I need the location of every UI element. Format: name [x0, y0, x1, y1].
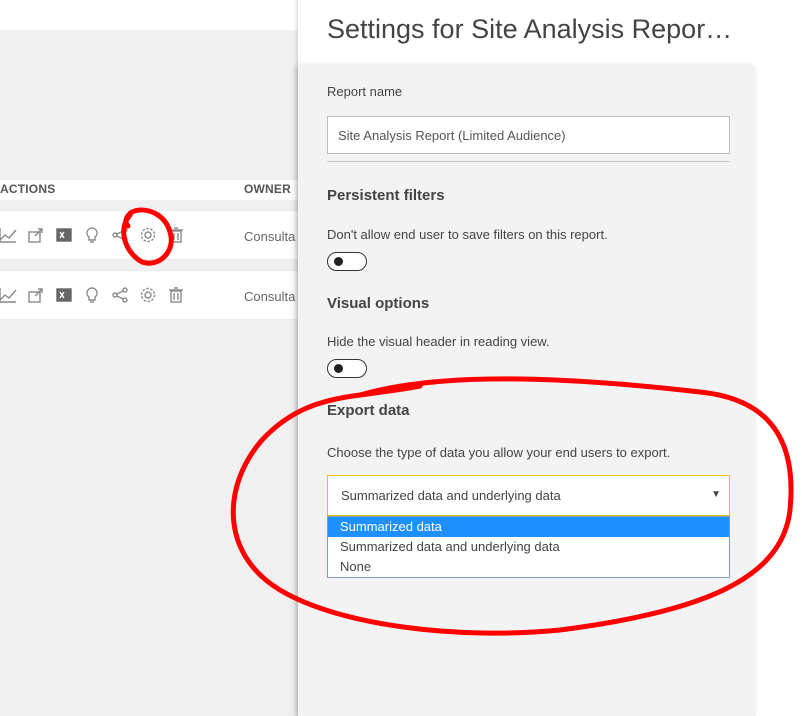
trend-icon[interactable] [0, 285, 22, 305]
actions-column-header[interactable]: ACTIONS [0, 182, 55, 196]
lightbulb-icon[interactable] [78, 225, 106, 245]
visual-options-heading: Visual options [327, 295, 430, 312]
option-summarized-and-underlying[interactable]: Summarized data and underlying data [328, 537, 729, 557]
panel-title: Settings for Site Analysis Repor… [327, 14, 733, 44]
report-name-input[interactable] [327, 116, 730, 154]
persistent-filters-description: Don't allow end user to save filters on … [327, 227, 608, 242]
share-icon[interactable] [22, 285, 50, 305]
excel-icon[interactable] [50, 285, 78, 305]
divider [327, 161, 730, 162]
persistent-filters-heading: Persistent filters [327, 187, 445, 204]
share-nodes-icon[interactable] [106, 285, 134, 305]
export-data-options: Summarized data Summarized data and unde… [327, 516, 730, 578]
toggle-knob [334, 257, 343, 266]
export-data-heading: Export data [327, 402, 410, 419]
lightbulb-icon[interactable] [78, 285, 106, 305]
gear-icon[interactable] [134, 285, 162, 305]
settings-panel [298, 66, 756, 716]
list-empty-area [0, 320, 300, 716]
chevron-down-icon: ▼ [711, 489, 721, 500]
trash-icon[interactable] [162, 225, 190, 245]
row-actions [0, 285, 190, 305]
trend-icon[interactable] [0, 225, 22, 245]
visual-header-toggle[interactable] [327, 359, 367, 378]
export-data-description: Choose the type of data you allow your e… [327, 445, 671, 460]
toggle-knob [334, 364, 343, 373]
report-list-area: ACTIONS OWNER Consulta Consulta [0, 0, 300, 716]
visual-options-description: Hide the visual header in reading view. [327, 334, 550, 349]
row-separator [0, 200, 300, 210]
list-header-band [0, 30, 300, 180]
owner-cell: Consulta [244, 289, 296, 304]
export-data-selected-value: Summarized data and underlying data [341, 488, 561, 503]
trash-icon[interactable] [162, 285, 190, 305]
share-nodes-icon[interactable] [106, 225, 134, 245]
share-icon[interactable] [22, 225, 50, 245]
row-actions [0, 225, 190, 245]
report-name-label: Report name [327, 84, 403, 99]
persistent-filters-toggle[interactable] [327, 252, 367, 271]
owner-cell: Consulta [244, 229, 296, 244]
excel-icon[interactable] [50, 225, 78, 245]
option-summarized-data[interactable]: Summarized data [328, 517, 729, 537]
export-data-select[interactable]: Summarized data and underlying data ▼ [327, 475, 730, 516]
owner-column-header[interactable]: OWNER [244, 182, 291, 196]
gear-icon[interactable] [134, 225, 162, 245]
row-separator [0, 260, 300, 270]
option-none[interactable]: None [328, 557, 729, 577]
